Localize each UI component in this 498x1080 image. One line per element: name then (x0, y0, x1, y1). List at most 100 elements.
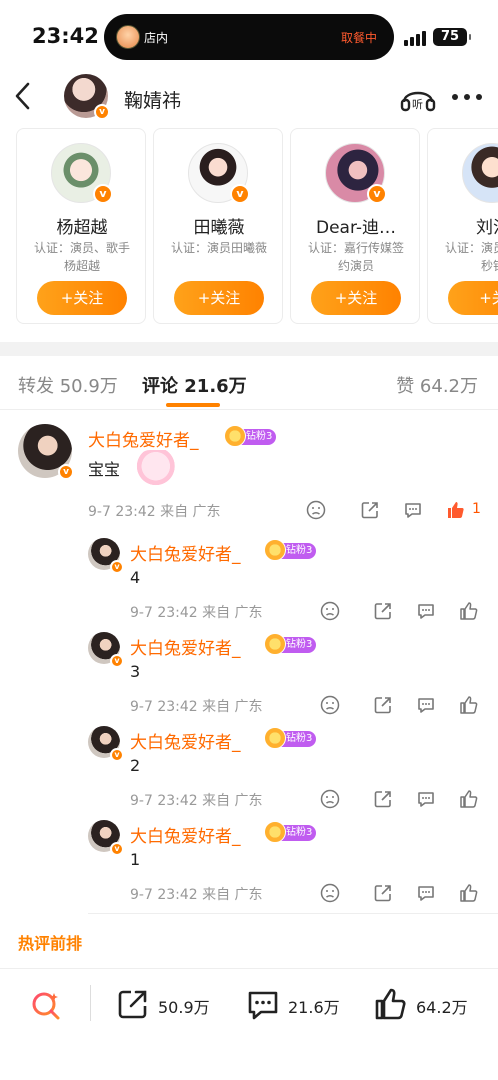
reply-meta: 9-7 23:42 来自 广东 (130, 699, 263, 715)
reply-username[interactable]: 大白兔爱好者_ (130, 634, 241, 659)
recommend-card[interactable]: v 刘浩 认证：演员作：一秒钟 +关 (427, 128, 498, 324)
reply-item: v 大白兔爱好者_ 钻粉3 1 9-7 23:42 来自 广东 (0, 814, 498, 908)
verified-badge-icon: v (110, 748, 124, 762)
share-icon[interactable] (373, 601, 393, 621)
verified-badge-icon: v (367, 184, 387, 204)
follow-button[interactable]: +关注 (174, 281, 264, 315)
island-avatar-icon (116, 25, 140, 49)
share-icon[interactable] (373, 695, 393, 715)
active-tab-indicator (166, 403, 220, 407)
more-icon[interactable] (452, 94, 482, 100)
back-arrow-icon[interactable] (12, 80, 36, 112)
reply-icon[interactable] (403, 500, 423, 520)
island-left-text: 店内 (144, 31, 169, 45)
like-count: 64.2万 (416, 998, 468, 1017)
tab-comment[interactable]: 评论 21.6万 (142, 372, 247, 398)
divider (88, 913, 498, 914)
comment-username[interactable]: 大白兔爱好者_ (88, 426, 199, 451)
dislike-face-icon[interactable] (320, 601, 340, 621)
reply-icon[interactable] (416, 601, 436, 621)
reply-icon[interactable] (416, 883, 436, 903)
reply-meta: 9-7 23:42 来自 广东 (130, 605, 263, 621)
verified-badge-icon: v (94, 104, 110, 120)
crown-icon (264, 633, 286, 655)
crown-icon (264, 821, 286, 843)
tab-repost[interactable]: 转发 50.9万 (18, 372, 118, 398)
follow-button[interactable]: +关注 (37, 281, 127, 315)
crown-icon (224, 425, 246, 447)
recommend-card[interactable]: v 田曦薇 认证：演员田曦薇 +关注 (153, 128, 283, 324)
thumbs-up-icon (375, 988, 406, 1020)
profile-avatar[interactable]: v (64, 74, 110, 120)
fan-badge-label: 钻粉3 (286, 545, 313, 556)
dislike-face-icon[interactable] (306, 500, 326, 520)
reply-item: v 大白兔爱好者_ 钻粉3 2 9-7 23:42 来自 广东 (0, 720, 498, 814)
reply-item: v 大白兔爱好者_ 钻粉3 3 9-7 23:42 来自 广东 (0, 626, 498, 720)
like-icon[interactable] (459, 789, 479, 809)
toolbar-divider (90, 985, 91, 1021)
reply-meta: 9-7 23:42 来自 广东 (130, 793, 263, 809)
reply-username[interactable]: 大白兔爱好者_ (130, 540, 241, 565)
dislike-face-icon[interactable] (320, 883, 340, 903)
reply-text: 4 (130, 568, 141, 587)
card-name: 杨超越 (56, 218, 108, 238)
listen-icon[interactable]: 听 (400, 82, 436, 112)
tab-like[interactable]: 赞 64.2万 (396, 372, 478, 398)
repost-count: 50.9万 (158, 998, 210, 1017)
recommend-card[interactable]: v 杨超越 认证：演员、歌手杨超越 +关注 (16, 128, 146, 324)
dislike-face-icon[interactable] (320, 695, 340, 715)
verified-badge-icon: v (93, 184, 113, 204)
dynamic-island[interactable]: 店内 取餐中 (104, 14, 394, 60)
share-icon[interactable] (373, 789, 393, 809)
page-title[interactable]: 鞠婧祎 (124, 86, 181, 113)
card-name: 刘浩 (476, 218, 498, 238)
like-icon[interactable] (459, 883, 479, 903)
follow-button[interactable]: +关注 (311, 281, 401, 315)
sticker-image (136, 450, 180, 486)
follow-button[interactable]: +关 (448, 281, 498, 315)
battery-icon: 75 (433, 28, 471, 46)
hot-comments-label[interactable]: 热评前排 (18, 930, 82, 954)
card-desc: 认证：演员作：一秒钟 (444, 241, 498, 273)
crown-icon (264, 539, 286, 561)
like-count: 1 (472, 501, 481, 517)
card-desc: 认证：演员田曦薇 (170, 241, 267, 255)
avatar[interactable]: v (88, 726, 124, 762)
verified-badge-icon: v (58, 464, 74, 480)
reply-username[interactable]: 大白兔爱好者_ (130, 822, 241, 847)
reply-icon[interactable] (416, 695, 436, 715)
avatar[interactable]: v (88, 820, 124, 856)
avatar[interactable]: v (88, 538, 124, 574)
card-name: Dear-迪… (315, 218, 396, 238)
comment-button[interactable]: 21.6万 (246, 987, 356, 1023)
verified-badge-icon: v (110, 654, 124, 668)
dislike-face-icon[interactable] (320, 789, 340, 809)
fan-badge: 钻粉3 (264, 633, 317, 655)
card-desc: 认证：演员、歌手杨超越 (33, 241, 130, 273)
search-icon[interactable] (30, 989, 62, 1021)
share-icon[interactable] (373, 883, 393, 903)
reply-icon[interactable] (416, 789, 436, 809)
nav-bar: v 鞠婧祎 听 (0, 72, 498, 124)
share-icon[interactable] (360, 500, 380, 520)
recommend-card[interactable]: v Dear-迪… 认证：嘉行传媒签约演员 +关注 (290, 128, 420, 324)
recommended-users: v 杨超越 认证：演员、歌手杨超越 +关注 v 田曦薇 认证：演员田曦薇 +关注… (0, 126, 498, 328)
reply-username[interactable]: 大白兔爱好者_ (130, 728, 241, 753)
card-avatar[interactable]: v (188, 143, 250, 204)
fan-badge: 钻粉3 (264, 821, 317, 843)
fan-badge-label: 钻粉3 (286, 733, 313, 744)
like-button[interactable]: 64.2万 (374, 987, 484, 1023)
comment-meta: 9-7 23:42 来自 广东 (88, 504, 221, 520)
avatar[interactable]: v (18, 424, 74, 480)
reply-text: 3 (130, 662, 141, 681)
avatar[interactable]: v (88, 632, 124, 668)
like-icon[interactable] (459, 601, 479, 621)
card-avatar[interactable]: v (462, 143, 498, 203)
signal-icon (404, 30, 428, 46)
comment-text: 宝宝 (88, 460, 121, 479)
like-icon[interactable] (446, 500, 466, 520)
card-avatar[interactable]: v (325, 143, 387, 204)
card-avatar[interactable]: v (51, 143, 113, 204)
like-icon[interactable] (459, 695, 479, 715)
repost-button[interactable]: 50.9万 (116, 987, 226, 1023)
